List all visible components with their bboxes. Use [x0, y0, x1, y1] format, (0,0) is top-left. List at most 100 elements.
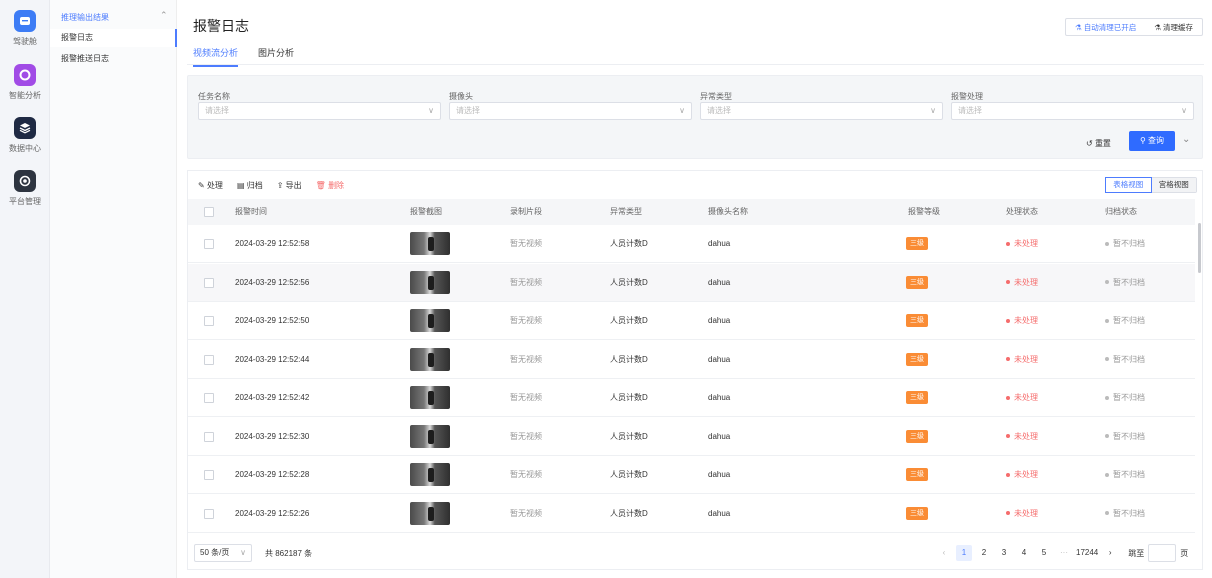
camera-name: dahua — [708, 393, 731, 402]
chevron-up-icon[interactable]: ⌃ — [160, 10, 168, 21]
archive-status-label: 暂不归档 — [1113, 239, 1145, 248]
dashboard-icon — [14, 10, 36, 32]
reset-button[interactable]: ↺ 重置 — [1086, 138, 1111, 149]
page-button[interactable]: 1 — [956, 545, 972, 561]
trash-icon: 🗑 — [315, 181, 326, 190]
export-button[interactable]: ⇪ 导出 — [277, 180, 302, 191]
row-checkbox[interactable] — [204, 354, 214, 365]
status-dot-icon — [1006, 511, 1010, 516]
process-label: 处理 — [206, 181, 223, 190]
archive-status: 暂不归档 — [1105, 264, 1145, 302]
col-clip: 录制片段 — [510, 207, 542, 216]
search-icon: ⚲ — [1139, 136, 1146, 145]
alarm-time: 2024-03-29 12:52:58 — [235, 239, 310, 248]
row-checkbox[interactable] — [204, 431, 214, 442]
next-page-button[interactable]: › — [1102, 545, 1118, 561]
anomaly-type: 人员计数D — [610, 470, 648, 479]
table-row[interactable]: 2024-03-29 12:52:58 暂无视频 人员计数D dahua 三级 未处理 暂不… — [188, 225, 1195, 263]
alarm-screenshot[interactable] — [410, 309, 450, 332]
process-status: 未处理 — [1006, 418, 1038, 456]
grid-view-button[interactable]: 宫格视图 — [1151, 178, 1196, 192]
row-checkbox[interactable] — [204, 470, 214, 480]
camera-select[interactable]: 请选择 ∨ — [449, 102, 692, 120]
row-checkbox[interactable] — [204, 393, 214, 403]
anomaly-type-select[interactable]: 请选择 ∨ — [700, 102, 943, 120]
prev-page-button[interactable]: ‹ — [936, 545, 952, 561]
table-row[interactable]: 2024-03-29 12:52:50 暂无视频 人员计数D dahua 三级 未处理 暂不… — [188, 302, 1195, 340]
process-button[interactable]: ✎ 处理 — [198, 180, 223, 191]
row-checkbox[interactable] — [204, 508, 214, 519]
alarm-screenshot[interactable] — [410, 270, 450, 294]
select-all-checkbox[interactable] — [204, 207, 214, 217]
submenu-group-title[interactable]: 推理输出结果 — [61, 12, 109, 23]
process-status: 未处理 — [1006, 225, 1038, 263]
table-row[interactable]: 2024-03-29 12:52:56 暂无视频 人员计数D dahua 三级 未处理 暂不… — [188, 263, 1195, 302]
page-size-select[interactable]: 50 条/页 ∨ — [194, 544, 252, 562]
filter-label-task: 任务名称 — [198, 92, 230, 101]
archive-status-label: 暂不归档 — [1113, 277, 1145, 287]
submenu-item-push-log[interactable]: 报警推送日志 — [50, 50, 177, 68]
col-camera-name: 摄像头名称 — [708, 207, 748, 216]
broom-icon: ⚗ — [1154, 22, 1161, 32]
last-page-button[interactable]: 17244 — [1076, 545, 1098, 561]
alarm-level-badge: 三级 — [906, 237, 928, 250]
anomaly-type: 人员计数D — [610, 316, 648, 325]
clean-cache-label: 清理缓存 — [1163, 22, 1194, 32]
table-row[interactable]: 2024-03-29 12:52:42 暂无视频 人员计数D dahua 三级 未处理 暂不… — [188, 379, 1195, 417]
camera-name: dahua — [708, 470, 731, 479]
row-checkbox[interactable] — [204, 239, 214, 249]
row-checkbox[interactable] — [204, 277, 214, 288]
task-select[interactable]: 请选择 ∨ — [198, 102, 441, 120]
table-row[interactable]: 2024-03-29 12:52:28 暂无视频 人员计数D dahua 三级 未处理 暂不… — [188, 456, 1195, 494]
auto-clean-button[interactable]: ⚗ 自动清理已开启 — [1075, 22, 1136, 33]
rail-item-dashboard[interactable]: 驾驶舱 — [0, 10, 50, 47]
pager: ‹ 1 2 3 4 5 ··· 17244 › 跳至 页 — [936, 544, 1188, 562]
clip-status: 暂无视频 — [510, 470, 542, 479]
process-status-label: 未处理 — [1014, 393, 1038, 402]
archive-status: 暂不归档 — [1105, 225, 1145, 263]
process-status: 未处理 — [1006, 456, 1038, 494]
alarm-time: 2024-03-29 12:52:50 — [235, 316, 310, 325]
status-dot-icon — [1006, 241, 1010, 246]
settings-icon — [14, 170, 36, 192]
submenu-item-alarm-log[interactable]: 报警日志 — [50, 29, 177, 47]
page-button[interactable]: 4 — [1016, 545, 1032, 561]
more-pages-button[interactable]: ··· — [1056, 545, 1072, 561]
status-dot-icon — [1105, 472, 1109, 477]
rail-item-data-center[interactable]: 数据中心 — [0, 117, 50, 154]
process-status-label: 未处理 — [1014, 277, 1038, 287]
page-button[interactable]: 3 — [996, 545, 1012, 561]
query-button[interactable]: ⚲ 查询 — [1129, 131, 1175, 151]
rail-item-platform[interactable]: 平台管理 — [0, 170, 50, 207]
table-scrollbar[interactable] — [1198, 223, 1201, 273]
alarm-screenshot[interactable] — [410, 386, 450, 409]
table-row[interactable]: 2024-03-29 12:52:44 暂无视频 人员计数D dahua 三级 未处理 暂不… — [188, 341, 1195, 379]
reset-icon: ↺ — [1086, 139, 1093, 148]
rail-item-analysis[interactable]: 智能分析 — [0, 64, 50, 101]
rail-label: 平台管理 — [9, 197, 41, 206]
expand-filters-icon[interactable]: ⌄ — [1182, 134, 1190, 145]
table-row[interactable]: 2024-03-29 12:52:26 暂无视频 人员计数D dahua 三级 未处理 暂不… — [188, 495, 1195, 533]
clean-cache-button[interactable]: ⚗ 清理缓存 — [1154, 22, 1193, 33]
alarm-screenshot[interactable] — [410, 463, 450, 486]
rail-label: 驾驶舱 — [13, 37, 37, 46]
page-button[interactable]: 5 — [1036, 545, 1052, 561]
filter-panel: 任务名称 请选择 ∨ 摄像头 请选择 ∨ 异常类型 请选择 ∨ 报警处理 请选择… — [187, 75, 1203, 159]
status-dot-icon — [1105, 357, 1109, 362]
table-view-button[interactable]: 表格视图 — [1105, 177, 1152, 193]
table-row[interactable]: 2024-03-29 12:52:30 暂无视频 人员计数D dahua 三级 未处理 暂不… — [188, 418, 1195, 456]
alarm-time: 2024-03-29 12:52:56 — [235, 277, 310, 287]
row-checkbox[interactable] — [204, 316, 214, 326]
delete-button[interactable]: 🗑 删除 — [316, 180, 344, 191]
alarm-screenshot[interactable] — [410, 347, 450, 371]
chevron-down-icon: ∨ — [679, 106, 685, 115]
chevron-down-icon: ∨ — [930, 106, 936, 115]
alarm-screenshot[interactable] — [410, 501, 450, 525]
alarm-screenshot[interactable] — [410, 424, 450, 448]
alarm-screenshot[interactable] — [410, 232, 450, 255]
handling-select[interactable]: 请选择 ∨ — [951, 102, 1194, 120]
page-button[interactable]: 2 — [976, 545, 992, 561]
archive-button[interactable]: ▤ 归档 — [237, 180, 263, 191]
goto-page-input[interactable] — [1148, 544, 1177, 562]
query-label: 查询 — [1148, 136, 1165, 145]
